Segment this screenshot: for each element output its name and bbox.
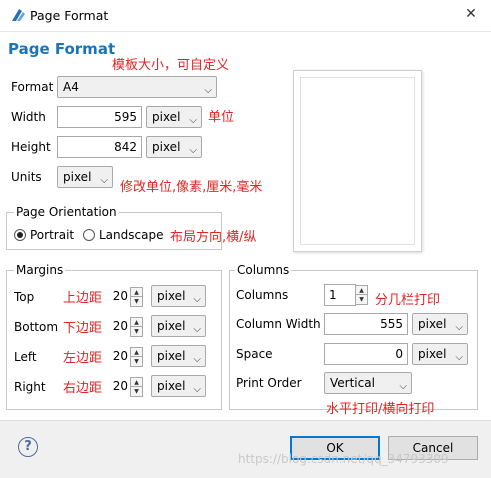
chevron-down-icon: ⌵	[204, 85, 212, 96]
format-label: Format	[11, 80, 54, 94]
margin-left-label: Left	[14, 350, 37, 364]
annotation-top: 上边距	[63, 291, 103, 306]
margin-right-input[interactable]: 20	[105, 376, 129, 398]
chevron-down-icon: ⌵	[193, 354, 201, 365]
margin-right-label: Right	[14, 380, 46, 394]
height-label: Height	[11, 140, 51, 154]
column-width-label: Column Width	[236, 317, 321, 331]
columns-group-title: Columns	[235, 263, 292, 277]
window-title: Page Format	[30, 8, 109, 23]
chevron-down-icon: ⌵	[455, 352, 463, 363]
annotation-unit: 单位	[208, 110, 235, 125]
column-width-input[interactable]: 555	[324, 313, 408, 335]
margin-left-unit-value: pixel	[157, 349, 186, 363]
margin-bottom-unit-select[interactable]: pixel ⌵	[151, 315, 206, 337]
preview-page-area	[300, 77, 415, 245]
width-input[interactable]: 595	[57, 106, 142, 128]
portrait-radio[interactable]	[14, 229, 26, 241]
title-bar: Page Format ✕	[0, 0, 491, 32]
height-unit-select[interactable]: pixel ⌵	[146, 136, 202, 158]
chevron-down-icon: ⌵	[193, 324, 201, 335]
annotation-orientation: 布局方向,横/纵	[170, 230, 257, 245]
close-icon[interactable]: ✕	[462, 5, 480, 23]
column-space-label: Space	[236, 347, 273, 361]
annotation-units: 修改单位,像素,厘米,毫米	[120, 180, 263, 195]
margin-top-unit-value: pixel	[157, 289, 186, 303]
chevron-down-icon: ⌵	[189, 145, 197, 156]
margin-top-spinner[interactable]: ▲ ▼	[130, 287, 143, 307]
column-space-unit-value: pixel	[418, 347, 447, 361]
units-value: pixel	[63, 170, 92, 184]
margin-top-unit-select[interactable]: pixel ⌵	[151, 285, 206, 307]
height-unit-value: pixel	[152, 140, 181, 154]
columns-count-label: Columns	[236, 288, 289, 302]
margin-right-spinner[interactable]: ▲ ▼	[130, 377, 143, 397]
margin-left-unit-select[interactable]: pixel ⌵	[151, 345, 206, 367]
dialog-heading: Page Format	[8, 40, 116, 58]
columns-count-spinner[interactable]: ▲ ▼	[355, 285, 368, 305]
format-select[interactable]: A4 ⌵	[57, 76, 217, 98]
annotation-right: 右边距	[63, 381, 103, 396]
columns-count-input[interactable]: 1	[324, 284, 356, 306]
margin-bottom-unit-value: pixel	[157, 319, 186, 333]
margin-bottom-input[interactable]: 20	[105, 316, 129, 338]
column-space-input[interactable]: 0	[324, 343, 408, 365]
margin-left-input[interactable]: 20	[105, 346, 129, 368]
margin-left-spinner[interactable]: ▲ ▼	[130, 347, 143, 367]
margin-right-unit-value: pixel	[157, 379, 186, 393]
page-preview	[293, 70, 422, 252]
width-unit-select[interactable]: pixel ⌵	[146, 106, 202, 128]
margin-top-label: Top	[14, 290, 35, 304]
chevron-down-icon: ⌵	[455, 322, 463, 333]
width-label: Width	[11, 110, 46, 124]
column-width-unit-select[interactable]: pixel ⌵	[412, 313, 468, 335]
annotation-format: 模板大小，可自定义	[112, 58, 230, 73]
margins-group-title: Margins	[14, 263, 66, 277]
annotation-left: 左边距	[63, 351, 103, 366]
margin-bottom-label: Bottom	[14, 320, 59, 334]
annotation-bottom: 下边距	[63, 321, 103, 336]
landscape-label[interactable]: Landscape	[99, 228, 163, 242]
chevron-down-icon: ⌵	[193, 384, 201, 395]
units-select[interactable]: pixel ⌵	[57, 166, 113, 188]
chevron-down-icon: ⌵	[189, 115, 197, 126]
orientation-group-title: Page Orientation	[14, 205, 119, 219]
margin-bottom-spinner[interactable]: ▲ ▼	[130, 317, 143, 337]
height-input[interactable]: 842	[57, 136, 142, 158]
print-order-value: Vertical	[330, 376, 375, 390]
column-space-unit-select[interactable]: pixel ⌵	[412, 343, 468, 365]
margin-top-input[interactable]: 20	[105, 286, 129, 308]
print-order-select[interactable]: Vertical ⌵	[324, 372, 412, 394]
print-order-label: Print Order	[236, 376, 302, 390]
chevron-down-icon: ⌵	[193, 294, 201, 305]
units-label: Units	[11, 170, 42, 184]
annotation-columns: 分几栏打印	[375, 293, 441, 308]
portrait-label[interactable]: Portrait	[30, 228, 74, 242]
format-value: A4	[63, 80, 79, 94]
landscape-radio[interactable]	[83, 229, 95, 241]
annotation-print-order: 水平打印/横向打印	[326, 402, 435, 417]
chevron-down-icon: ⌵	[100, 175, 108, 186]
margin-right-unit-select[interactable]: pixel ⌵	[151, 375, 206, 397]
app-logo-icon	[12, 9, 25, 21]
help-icon[interactable]: ?	[18, 437, 38, 457]
column-width-unit-value: pixel	[418, 317, 447, 331]
chevron-down-icon: ⌵	[399, 381, 407, 392]
width-unit-value: pixel	[152, 110, 181, 124]
watermark-text: https://blog.csdn.net/qq_34793309	[238, 452, 449, 466]
